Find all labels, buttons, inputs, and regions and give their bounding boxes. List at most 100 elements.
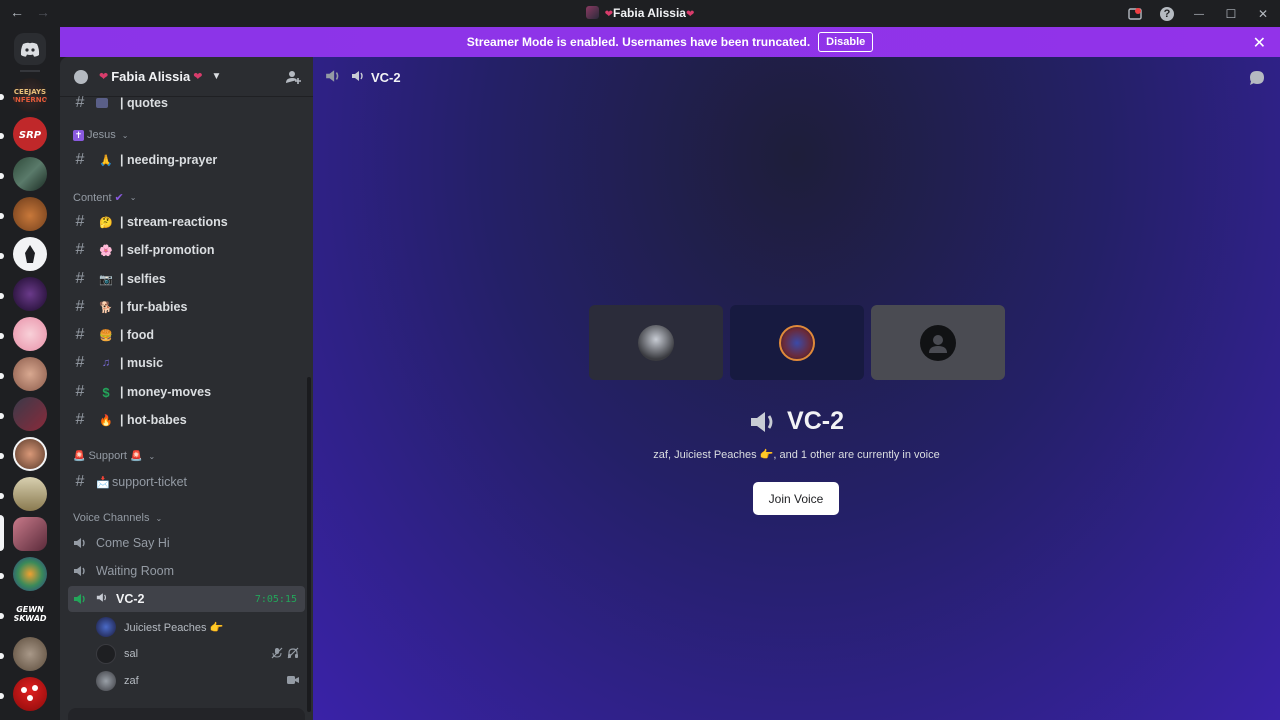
speaker-emoji-icon: [96, 592, 110, 606]
server-icon[interactable]: [13, 677, 47, 711]
server-icon[interactable]: [13, 157, 47, 191]
channel-stream-reactions[interactable]: # 🤔 | stream-reactions: [68, 209, 305, 235]
channel-selfies[interactable]: # 📷 | selfies: [68, 266, 305, 292]
voice-status-icons: [271, 647, 299, 662]
participant-tile[interactable]: [589, 305, 723, 380]
voice-user[interactable]: sal: [96, 642, 305, 666]
server-icon[interactable]: [13, 477, 47, 511]
participant-tiles: [589, 305, 1005, 380]
channel-list-scrollbar[interactable]: [307, 377, 311, 712]
pet-emoji-icon: 🐕: [99, 301, 113, 314]
voice-channel-come-say-hi[interactable]: Come Say Hi: [68, 530, 305, 556]
participant-tile[interactable]: [871, 305, 1005, 380]
server-icon[interactable]: [13, 557, 47, 591]
avatar: [96, 644, 116, 664]
heart-icon: ❤: [604, 9, 614, 20]
channel-hot-babes[interactable]: # 🔥 | hot-babes: [68, 407, 305, 433]
server-icon[interactable]: [13, 637, 47, 671]
speaker-icon: [325, 69, 341, 86]
inbox-icon[interactable]: [1126, 5, 1144, 23]
join-voice-button[interactable]: Join Voice: [753, 482, 839, 515]
server-icon[interactable]: [13, 277, 47, 311]
server-icon[interactable]: [13, 397, 47, 431]
minimize-button[interactable]: —: [1190, 5, 1208, 23]
unread-dot: [0, 94, 4, 100]
voice-channel-title: VC-2: [313, 407, 1280, 436]
unread-dot: [0, 213, 4, 219]
voice-channel-name: Waiting Room: [96, 564, 175, 578]
channel-support-ticket[interactable]: # 📩 support-ticket: [68, 469, 305, 495]
window-controls: ? — ☐ ✕: [1126, 5, 1272, 23]
chevron-down-icon: ⌄: [121, 130, 129, 140]
unread-dot: [0, 653, 4, 659]
channel-name: | music: [120, 356, 164, 370]
channel-food[interactable]: # 🍔 | food: [68, 322, 305, 348]
hash-icon: #: [75, 94, 85, 111]
avatar: [638, 324, 674, 361]
burger-emoji-icon: 🍔: [99, 329, 113, 342]
voice-channel-vc2[interactable]: VC-2 7:05:15: [68, 586, 305, 612]
channel-music[interactable]: # ♫ | music: [68, 350, 305, 376]
camera-emoji-icon: 📷: [99, 273, 113, 286]
add-member-icon[interactable]: [285, 69, 301, 85]
category-label: Support: [88, 450, 127, 462]
discord-home-icon[interactable]: [14, 33, 46, 65]
server-icon[interactable]: GEWN SKWAD: [13, 597, 47, 631]
unread-dot: [0, 493, 4, 499]
category-jesus[interactable]: ✝ Jesus ⌄: [73, 129, 128, 141]
unread-dot: [0, 613, 4, 619]
server-icon[interactable]: [13, 197, 47, 231]
maximize-button[interactable]: ☐: [1222, 5, 1240, 23]
chevron-down-icon: ⌄: [129, 193, 137, 202]
server-icon[interactable]: [13, 317, 47, 351]
svg-text:SRP: SRP: [19, 130, 42, 141]
voice-user-name: Juiciest Peaches 👉: [124, 621, 224, 634]
server-icon[interactable]: [13, 437, 47, 471]
chevron-down-icon: ⌄: [148, 451, 156, 461]
category-content[interactable]: Content ✔ ⌄: [73, 191, 137, 205]
channel-fur-babies[interactable]: # 🐕 | fur-babies: [68, 294, 305, 320]
server-rail: CEEJAYS INFERNO SRP GEWN SKWAD: [0, 27, 60, 720]
envelope-emoji-icon: 📩: [96, 476, 110, 489]
chevron-down-icon: ⌄: [155, 513, 163, 523]
hash-icon: #: [75, 298, 85, 315]
channel-quotes[interactable]: # | quotes: [68, 90, 305, 116]
channel-self-promotion[interactable]: # 🌸 | self-promotion: [68, 237, 305, 263]
voice-channel-waiting-room[interactable]: Waiting Room: [68, 558, 305, 584]
server-icon[interactable]: SRP: [13, 117, 47, 151]
voice-status-icons: [287, 675, 299, 688]
channel-sidebar: ❤ Fabia Alissia ❤ ▼ # | quotes ✝ Jesus ⌄…: [60, 57, 313, 720]
voice-user-name: zaf: [124, 675, 139, 687]
avatar: [779, 324, 815, 361]
help-icon[interactable]: ?: [1158, 5, 1176, 23]
voice-user[interactable]: Juiciest Peaches 👉: [96, 615, 305, 639]
window-title-text: Fabia Alissia: [613, 6, 686, 20]
channel-header-title: VC-2: [371, 69, 401, 85]
unread-dot: [0, 293, 4, 299]
participant-tile[interactable]: [730, 305, 864, 380]
close-window-button[interactable]: ✕: [1254, 5, 1272, 23]
category-support[interactable]: 🚨 Support 🚨 ⌄: [73, 450, 155, 462]
chat-bubble-icon[interactable]: [1248, 69, 1266, 87]
channel-needing-prayer[interactable]: # 🙏 | needing-prayer: [68, 147, 305, 173]
fire-emoji-icon: 🔥: [99, 414, 113, 427]
deafened-icon: [287, 647, 299, 662]
channel-name: | food: [120, 328, 155, 342]
disable-streamer-mode-button[interactable]: Disable: [818, 32, 874, 52]
user-panel: [68, 708, 305, 720]
unread-dot: [0, 453, 4, 459]
server-icon-fabia-alissia[interactable]: [13, 517, 47, 551]
voice-user[interactable]: zaf: [96, 669, 305, 693]
voice-channel-title-text: VC-2: [787, 407, 844, 435]
category-voice-channels[interactable]: Voice Channels ⌄: [73, 512, 162, 524]
server-icon[interactable]: [13, 237, 47, 271]
server-icon[interactable]: [13, 357, 47, 391]
boost-icon: [74, 69, 88, 84]
voice-channel-view: VC-2 VC-2 zaf, Juiciest Peaches 👉, and 1…: [313, 57, 1280, 720]
close-icon[interactable]: ✕: [1253, 33, 1266, 53]
server-icon[interactable]: CEEJAYS INFERNO: [13, 78, 47, 112]
channel-money-moves[interactable]: # $ | money-moves: [68, 379, 305, 405]
quote-emoji-icon: [96, 98, 108, 108]
server-name: Fabia Alissia: [111, 69, 191, 84]
voice-channel-name: VC-2: [116, 592, 145, 606]
